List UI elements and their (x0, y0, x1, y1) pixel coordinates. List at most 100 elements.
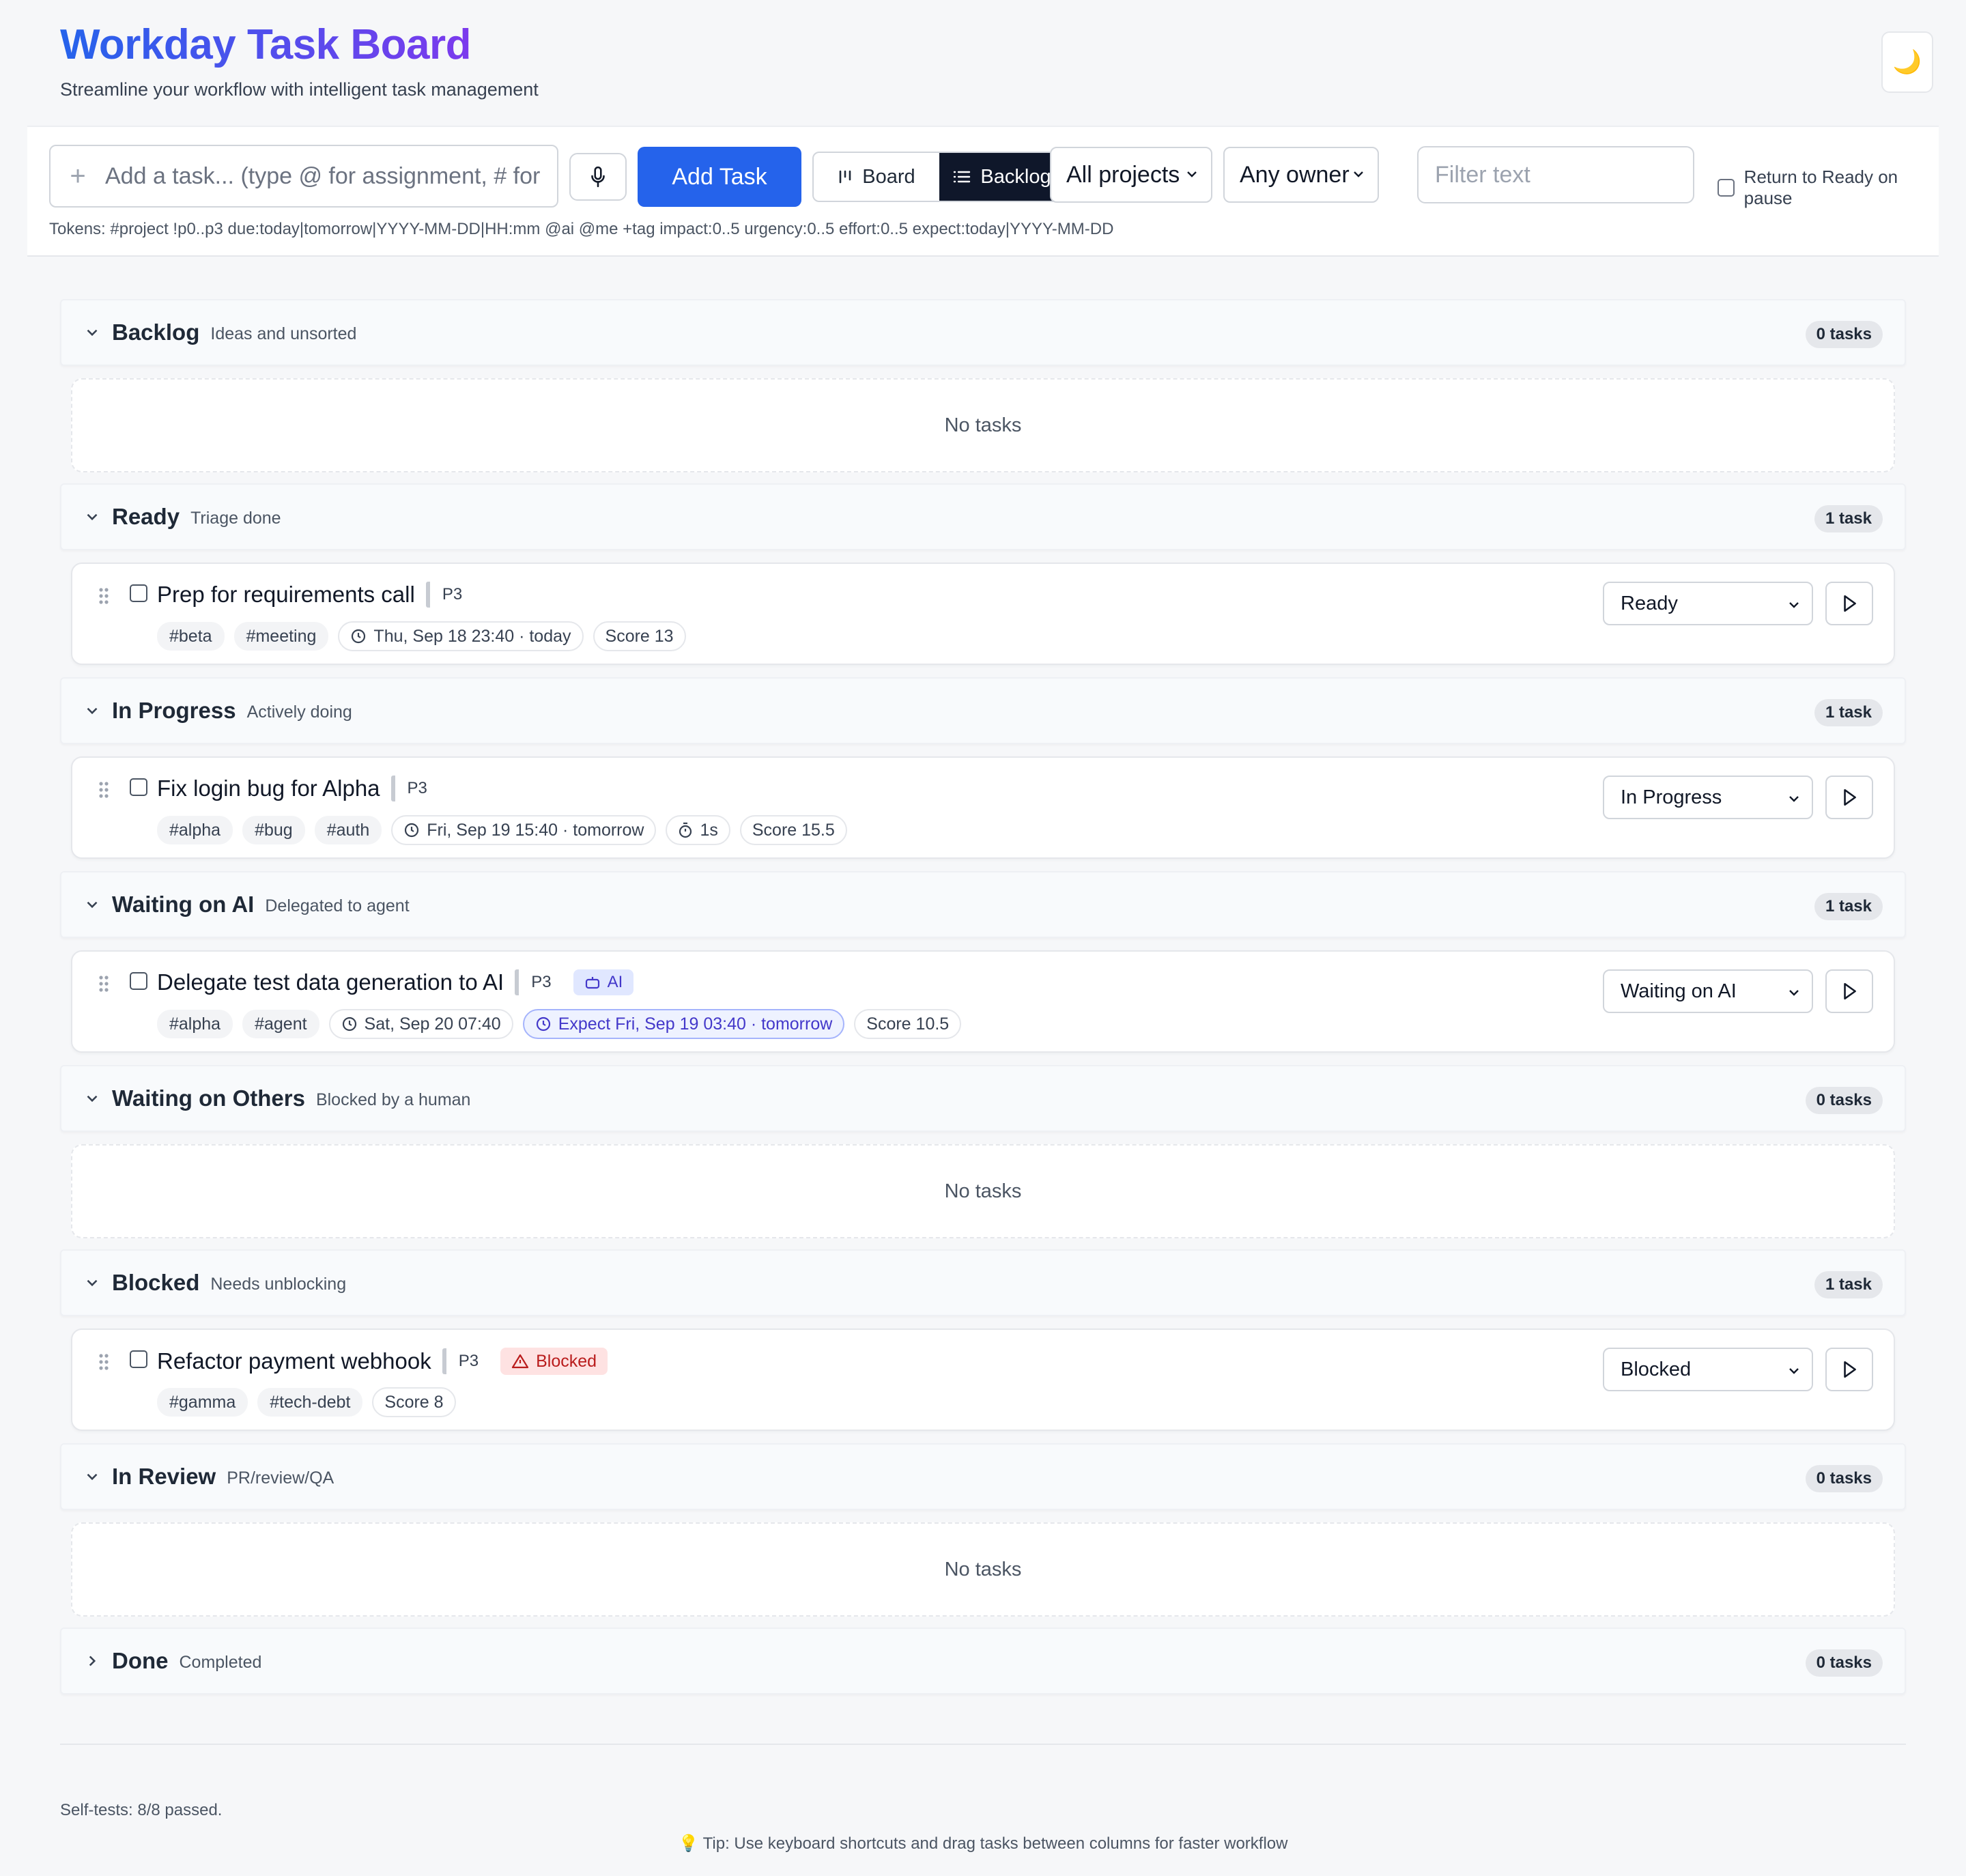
status-select[interactable]: Waiting on AI (1603, 969, 1813, 1013)
sections-list: Backlog Ideas and unsorted 0 tasks No ta… (60, 299, 1906, 1694)
priority-label: P3 (531, 973, 552, 991)
priority-badge: P3 (390, 776, 427, 801)
return-to-ready-checkbox[interactable] (1718, 179, 1735, 197)
tag[interactable]: #alpha (157, 1010, 233, 1038)
task-input[interactable] (105, 162, 542, 190)
page-title: Workday Task Board (60, 21, 472, 68)
section-header[interactable]: Ready Triage done 1 task (60, 483, 1906, 550)
task-title[interactable]: Refactor payment webhook (157, 1348, 431, 1374)
drag-handle-icon[interactable] (98, 587, 109, 608)
header: Workday Task Board Streamline your workf… (0, 0, 1966, 126)
page-subtitle: Streamline your workflow with intelligen… (60, 79, 539, 100)
return-to-ready-option[interactable]: Return to Ready on pause (1718, 167, 1939, 209)
task-checkbox[interactable] (130, 972, 147, 990)
filter-text-input[interactable] (1417, 146, 1694, 203)
start-timer-button[interactable] (1825, 969, 1873, 1013)
status-select[interactable]: Blocked (1603, 1348, 1813, 1391)
score-chip: Score 10.5 (854, 1009, 962, 1039)
section-header[interactable]: In Progress Actively doing 1 task (60, 677, 1906, 744)
task-title[interactable]: Fix login bug for Alpha (157, 776, 380, 801)
timer-text: 1s (700, 820, 718, 840)
add-task-button[interactable]: Add Task (638, 147, 801, 207)
drag-handle-icon[interactable] (98, 1353, 109, 1374)
start-timer-button[interactable] (1825, 582, 1873, 625)
task-card[interactable]: Prep for requirements call P3 #beta #mee… (71, 563, 1895, 665)
play-icon (1844, 982, 1856, 1000)
task-card[interactable]: Delegate test data generation to AI P3 A… (71, 950, 1895, 1053)
section-subtitle: Delegated to agent (265, 896, 410, 915)
chevron-down-icon (1789, 796, 1799, 802)
due-date-text: Fri, Sep 19 15:40 · tomorrow (427, 820, 644, 840)
task-checkbox[interactable] (130, 778, 147, 796)
due-date-chip: Fri, Sep 19 15:40 · tomorrow (391, 815, 657, 845)
play-icon (1844, 595, 1856, 612)
project-filter-select[interactable]: All projects (1050, 147, 1212, 203)
project-filter-value: All projects (1066, 161, 1180, 188)
section-title: Waiting on Others (112, 1085, 305, 1111)
section-done: Done Completed 0 tasks (60, 1628, 1906, 1694)
task-count-badge: 1 task (1814, 893, 1883, 920)
chevron-right-icon[interactable] (83, 1652, 106, 1670)
tag[interactable]: #beta (157, 622, 225, 651)
empty-state: No tasks (71, 378, 1895, 472)
tag[interactable]: #bug (242, 816, 305, 844)
task-count-badge: 0 tasks (1805, 1465, 1883, 1492)
chevron-down-icon[interactable] (83, 702, 106, 720)
task-count-badge: 0 tasks (1805, 1087, 1883, 1114)
tag[interactable]: #auth (314, 816, 382, 844)
theme-toggle-button[interactable]: 🌙 (1881, 31, 1933, 93)
section-header[interactable]: Blocked Needs unblocking 1 task (60, 1249, 1906, 1316)
tag[interactable]: #gamma (157, 1388, 248, 1417)
task-count-badge: 1 task (1814, 699, 1883, 726)
chevron-down-icon[interactable] (83, 324, 106, 341)
task-card[interactable]: Refactor payment webhook P3 Blocked #gam… (71, 1328, 1895, 1431)
task-checkbox[interactable] (130, 1350, 147, 1368)
microphone-button[interactable] (569, 153, 627, 201)
section-blocked: Blocked Needs unblocking 1 task Refactor… (60, 1249, 1906, 1431)
tag[interactable]: #tech-debt (257, 1388, 363, 1417)
tag[interactable]: #alpha (157, 816, 233, 844)
tag[interactable]: #meeting (233, 622, 329, 651)
section-in-review: In Review PR/review/QA 0 tasks No tasks (60, 1443, 1906, 1617)
status-select[interactable]: Ready (1603, 582, 1813, 625)
view-backlog-label: Backlog (980, 165, 1051, 188)
section-header[interactable]: Waiting on Others Blocked by a human 0 t… (60, 1065, 1906, 1132)
view-board-button[interactable]: Board (814, 153, 939, 201)
chevron-down-icon[interactable] (83, 1468, 106, 1486)
section-header[interactable]: In Review PR/review/QA 0 tasks (60, 1443, 1906, 1510)
owner-filter-select[interactable]: Any owner (1223, 147, 1379, 203)
chevron-down-icon[interactable] (83, 508, 106, 526)
due-date-chip: Sat, Sep 20 07:40 (328, 1009, 513, 1039)
clock-icon (405, 823, 419, 838)
section-header[interactable]: Backlog Ideas and unsorted 0 tasks (60, 299, 1906, 366)
section-subtitle: Actively doing (246, 702, 352, 722)
drag-handle-icon[interactable] (98, 781, 109, 802)
status-select[interactable]: In Progress (1603, 776, 1813, 819)
task-card[interactable]: Fix login bug for Alpha P3 #alpha #bug #… (71, 756, 1895, 859)
task-count-badge: 1 task (1814, 505, 1883, 532)
microphone-icon (591, 166, 605, 188)
robot-icon (585, 977, 599, 989)
stopwatch-icon (679, 822, 692, 838)
footer-tip: 💡 Tip: Use keyboard shortcuts and drag t… (678, 1834, 1288, 1853)
start-timer-button[interactable] (1825, 1348, 1873, 1391)
section-header[interactable]: Done Completed 0 tasks (60, 1628, 1906, 1694)
chevron-down-icon (1789, 602, 1799, 608)
empty-state: No tasks (71, 1144, 1895, 1238)
section-header[interactable]: Waiting on AI Delegated to agent 1 task (60, 871, 1906, 938)
start-timer-button[interactable] (1825, 776, 1873, 819)
chevron-down-icon[interactable] (83, 1274, 106, 1292)
footer-divider (60, 1744, 1906, 1745)
view-backlog-button[interactable]: Backlog (939, 153, 1065, 201)
task-title[interactable]: Prep for requirements call (157, 582, 415, 608)
blocked-badge-label: Blocked (536, 1351, 597, 1371)
chevron-down-icon[interactable] (83, 896, 106, 913)
ai-badge-label: AI (607, 973, 623, 991)
chevron-down-icon[interactable] (83, 1090, 106, 1107)
tag[interactable]: #agent (242, 1010, 319, 1038)
task-checkbox[interactable] (130, 584, 147, 602)
task-title[interactable]: Delegate test data generation to AI (157, 969, 504, 995)
status-value: In Progress (1621, 786, 1722, 808)
owner-filter-value: Any owner (1240, 161, 1350, 188)
drag-handle-icon[interactable] (98, 975, 109, 996)
